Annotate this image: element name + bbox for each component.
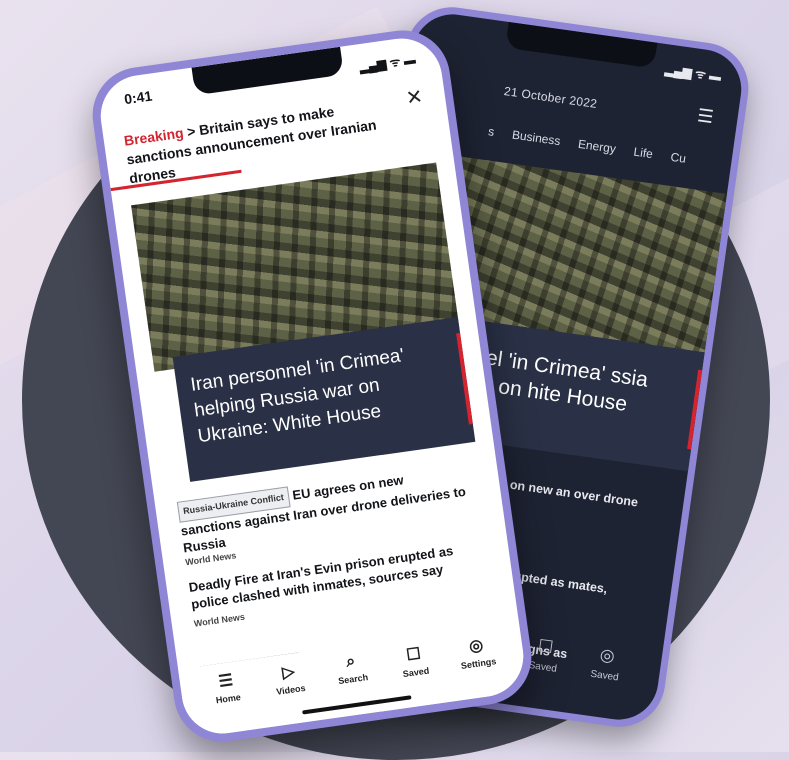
tab-label: Saved <box>589 668 620 684</box>
category-tab-life[interactable]: Life <box>633 145 654 162</box>
gear-icon: ◎ <box>598 644 617 666</box>
category-tab[interactable]: Cu <box>670 150 687 166</box>
notch <box>191 46 344 96</box>
close-icon[interactable]: ✕ <box>404 84 425 111</box>
search-icon: ⌕ <box>345 652 357 671</box>
status-time: 0:41 <box>123 87 154 108</box>
tab-label: Saved <box>402 665 430 680</box>
bookmark-icon: ☐ <box>405 645 422 665</box>
tab-label: Videos <box>275 682 307 697</box>
status-icons: ▂▄▆ ᯤ ▬ <box>358 52 417 75</box>
category-tab-business[interactable]: Business <box>511 128 561 149</box>
notch <box>504 21 657 69</box>
tab-label: Home <box>215 692 242 706</box>
bookmark-icon: ☐ <box>536 636 555 658</box>
hamburger-menu-icon[interactable]: ☰ <box>696 105 715 128</box>
section-label[interactable]: World News <box>193 612 245 629</box>
tab-settings[interactable]: ◎ Settings <box>451 632 507 700</box>
tab-label: Settings <box>460 656 497 671</box>
tab-home[interactable]: ☰ Home <box>201 668 257 736</box>
status-icons: ▂▄▆ ᯤ ▬ <box>664 62 723 84</box>
tab-settings[interactable]: ◎ Saved <box>585 644 623 719</box>
gear-icon: ◎ <box>468 636 485 656</box>
tab-label: Search <box>337 672 369 687</box>
chevron-right-icon: > <box>186 122 197 140</box>
tab-label: Saved <box>527 660 558 675</box>
category-tab[interactable]: s <box>487 124 495 139</box>
play-icon: ▷ <box>281 663 296 682</box>
category-tabs: s Business Energy Life Cu <box>487 124 686 166</box>
home-icon: ☰ <box>217 671 235 691</box>
tab-videos[interactable]: ▷ Videos <box>263 659 319 727</box>
date-label: 21 October 2022 <box>503 84 599 111</box>
breaking-text: Britain says to make sanctions announcem… <box>125 103 378 187</box>
category-tab-energy[interactable]: Energy <box>577 137 617 156</box>
